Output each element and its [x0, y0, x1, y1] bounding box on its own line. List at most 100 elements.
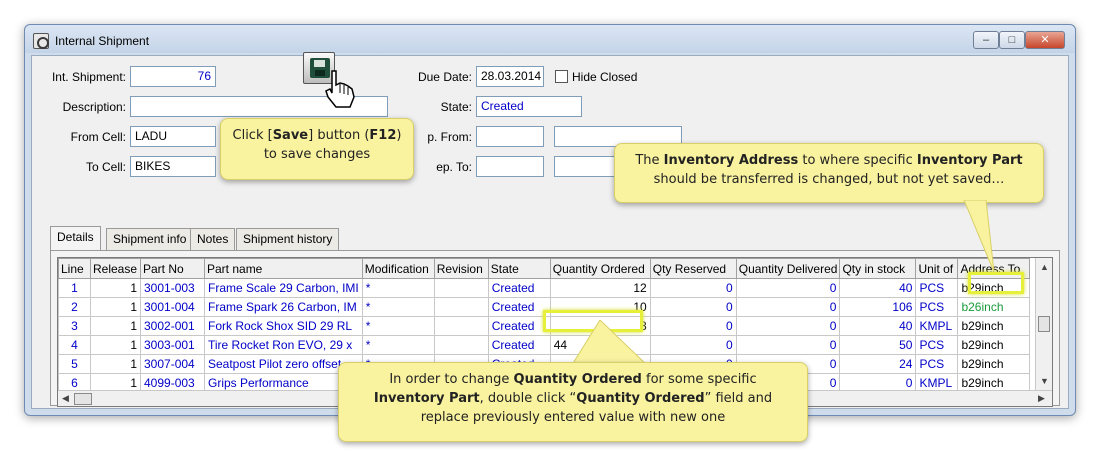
table-cell: Tire Rocket Ron EVO, 29 x — [204, 335, 363, 355]
column-header[interactable]: Revision — [433, 258, 489, 279]
table-cell: 40 — [839, 316, 917, 336]
description-label: Description: — [62, 100, 126, 114]
hide-closed-checkbox[interactable] — [555, 70, 568, 83]
state-field: Created — [476, 96, 582, 117]
rep-to-field[interactable] — [476, 156, 544, 177]
vertical-scrollbar[interactable]: ▲ ▼ — [1035, 258, 1052, 392]
table-cell: b29inch — [957, 316, 1031, 336]
quantity-callout: In order to change Quantity Ordered for … — [338, 362, 808, 442]
table-cell: 40 — [839, 278, 917, 298]
scroll-right-icon[interactable]: ▶ — [1038, 393, 1045, 404]
table-cell: KMPL — [915, 316, 959, 336]
column-header[interactable]: Part No — [140, 258, 205, 279]
table-cell: 2 — [58, 297, 91, 317]
table-cell: 3001-004 — [140, 297, 205, 317]
table-cell: 1 — [58, 278, 91, 298]
due-date-label: Due Date: — [417, 70, 472, 84]
callout-text: replace previously entered value with ne… — [420, 409, 726, 425]
column-header[interactable]: State — [487, 258, 551, 279]
table-cell: b29inch — [957, 335, 1031, 355]
app-icon — [33, 33, 49, 49]
vertical-scroll-thumb[interactable] — [1038, 316, 1050, 332]
state-label: State: — [440, 100, 472, 114]
internal-shipment-window: Internal Shipment – □ ✕ Int. Shipment: 7… — [24, 24, 1076, 416]
column-header[interactable]: Line — [58, 258, 91, 279]
int-shipment-label: Int. Shipment: — [51, 70, 126, 84]
close-button[interactable]: ✕ — [1025, 31, 1065, 49]
table-cell: 0 — [649, 297, 737, 317]
minimize-button[interactable]: – — [973, 31, 999, 49]
callout-bold: F12 — [369, 128, 397, 143]
tab-details[interactable]: Details — [50, 226, 101, 250]
callout-bold: Inventory Address — [663, 153, 799, 168]
table-cell: 5 — [58, 354, 91, 374]
callout-text: Click [ — [232, 128, 273, 143]
to-cell-field[interactable]: BIKES — [130, 156, 216, 177]
table-cell: 0 — [735, 278, 841, 298]
table-cell: 1 — [90, 278, 141, 298]
table-cell: * — [361, 316, 435, 336]
table-cell — [433, 297, 489, 317]
table-cell: 1 — [90, 297, 141, 317]
table-row[interactable]: 4 1 3003-001 Tire Rocket Ron EVO, 29 x * Crea… — [58, 335, 1031, 355]
quantity-callout-pointer — [569, 320, 651, 368]
address-callout: The Inventory Address to where specific … — [614, 143, 1044, 203]
table-cell: 0 — [649, 278, 737, 298]
horizontal-scroll-thumb[interactable] — [74, 393, 92, 405]
table-cell: PCS — [915, 297, 959, 317]
table-cell: * — [361, 278, 435, 298]
callout-text: In order to change — [389, 372, 514, 387]
table-cell: * — [361, 297, 435, 317]
table-cell: b26inch — [957, 297, 1031, 317]
table-cell: 3002-001 — [140, 316, 205, 336]
tab-notes[interactable]: Notes — [190, 228, 236, 250]
scroll-up-icon[interactable]: ▲ — [1040, 262, 1049, 272]
callout-bold: Quantity Ordered — [576, 390, 705, 406]
column-header[interactable]: Release — [90, 258, 141, 279]
callout-text: ” field and — [704, 390, 773, 406]
table-cell: Created — [487, 316, 551, 336]
callout-text: should be transferred is changed, but no… — [653, 171, 1005, 187]
tab-shipment-info[interactable]: Shipment info — [106, 228, 194, 250]
tab-shipment-history[interactable]: Shipment history — [236, 228, 340, 250]
column-header[interactable]: Part name — [204, 258, 363, 279]
table-cell[interactable]: 12 — [549, 278, 651, 298]
title-bar[interactable]: Internal Shipment – □ ✕ — [25, 25, 1075, 53]
hide-closed-label: Hide Closed — [572, 70, 638, 84]
scroll-left-icon[interactable]: ◀ — [62, 393, 69, 404]
table-cell: 24 — [839, 354, 917, 374]
table-cell: PCS — [915, 335, 959, 355]
column-header[interactable]: Unit of — [915, 258, 959, 279]
callout-text: ] button ( — [308, 128, 370, 143]
column-header[interactable]: Qty Reserved — [649, 258, 737, 279]
table-cell: 3003-001 — [140, 335, 205, 355]
form-client-area: Int. Shipment: 76 Description: From Cell… — [31, 55, 1069, 409]
table-cell: 3001-003 — [140, 278, 205, 298]
table-cell: 0 — [735, 335, 841, 355]
table-cell: 3007-004 — [140, 354, 205, 374]
rep-from-field[interactable] — [476, 126, 544, 147]
callout-text: , double click “ — [479, 390, 577, 406]
column-header[interactable]: Quantity Ordered — [549, 258, 651, 279]
table-row[interactable]: 1 1 3001-003 Frame Scale 29 Carbon, IMI * Cre… — [58, 278, 1031, 298]
table-cell: 106 — [839, 297, 917, 317]
table-cell: 1 — [90, 316, 141, 336]
maximize-button[interactable]: □ — [999, 31, 1025, 49]
callout-bold: Inventory Part — [916, 153, 1023, 168]
from-cell-field[interactable]: LADU — [130, 126, 216, 147]
hand-cursor-icon — [325, 70, 355, 108]
callout-text: to where specific — [798, 153, 917, 168]
callout-text: ) — [396, 128, 402, 143]
table-cell: 0 — [735, 316, 841, 336]
column-header[interactable]: Quantity Delivered — [735, 258, 841, 279]
table-cell: Frame Spark 26 Carbon, IM — [204, 297, 363, 317]
table-cell — [433, 278, 489, 298]
int-shipment-field[interactable]: 76 — [130, 66, 216, 87]
column-header[interactable]: Qty in stock — [839, 258, 917, 279]
due-date-field[interactable]: 28.03.2014 — [476, 66, 544, 87]
callout-bold: Quantity Ordered — [513, 372, 642, 387]
column-header[interactable]: Modification — [361, 258, 435, 279]
scroll-down-icon[interactable]: ▼ — [1040, 376, 1049, 386]
table-cell: * — [361, 335, 435, 355]
table-cell: b29inch — [957, 354, 1031, 374]
